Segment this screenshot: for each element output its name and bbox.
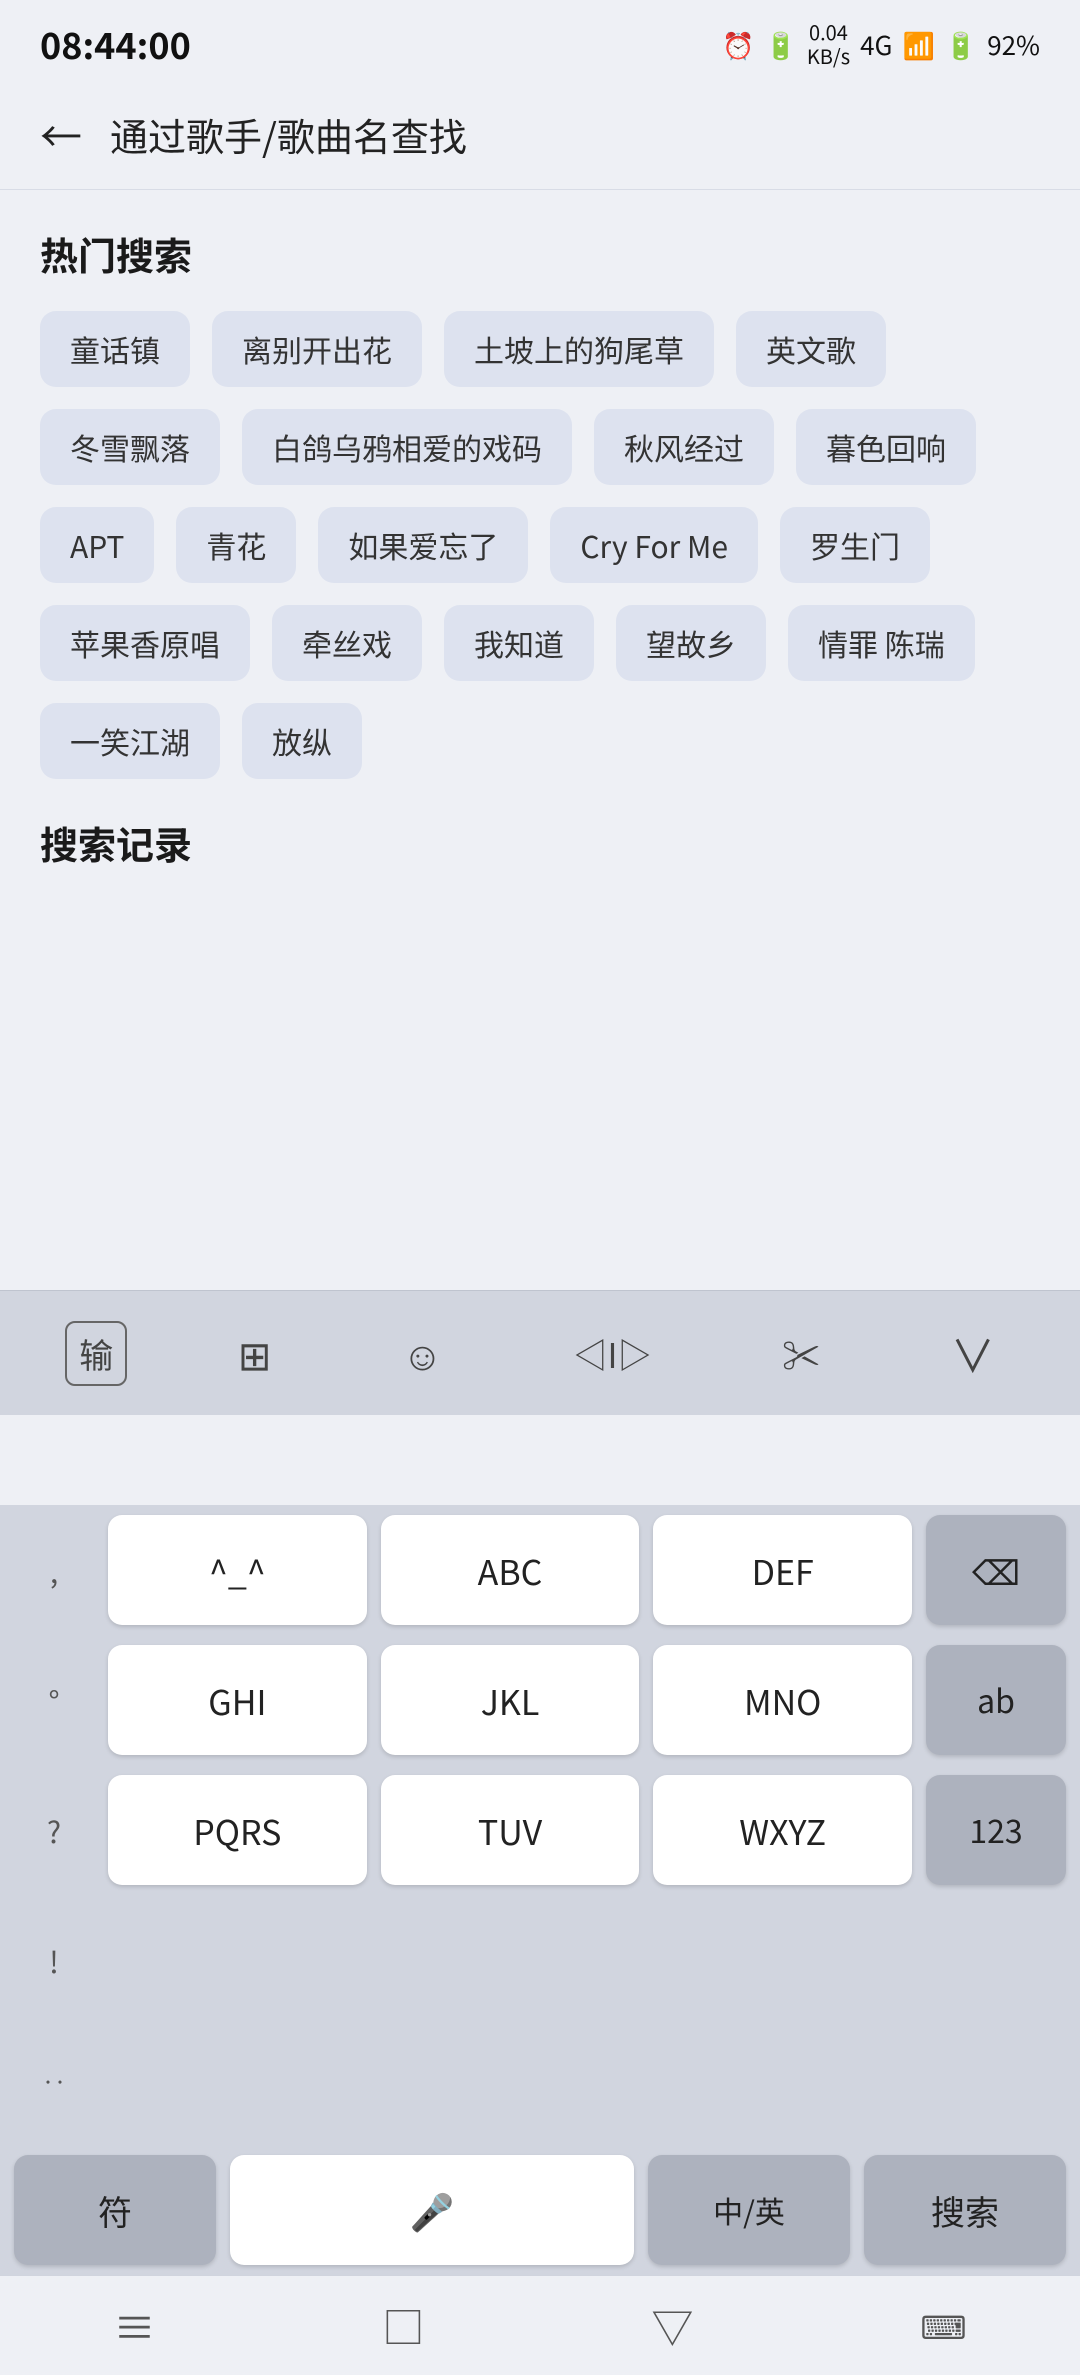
network-speed: 0.04 KB/s bbox=[807, 20, 850, 68]
pqrs-key[interactable]: PQRS bbox=[108, 1775, 367, 1885]
keyboard-row-3: ? PQRS TUV WXYZ 123 bbox=[0, 1765, 1080, 1895]
tag-item[interactable]: Cry For Me bbox=[550, 507, 758, 583]
hot-search-title: 热门搜索 bbox=[40, 226, 1040, 281]
signal-icon: 📶 bbox=[902, 26, 934, 63]
main-content: 热门搜索 童话镇离别开出花土坡上的狗尾草英文歌冬雪飘落白鸽乌鸦相爱的戏码秋风经过… bbox=[0, 190, 1080, 870]
keyboard-row-1: , ^_^ ABC DEF ⌫ bbox=[0, 1505, 1080, 1635]
battery-icon: 🔋 bbox=[945, 26, 977, 63]
battery-level: 92% bbox=[987, 26, 1040, 63]
collapse-button[interactable]: ∨ bbox=[931, 1313, 1015, 1393]
hot-search-tags: 童话镇离别开出花土坡上的狗尾草英文歌冬雪飘落白鸽乌鸦相爱的戏码秋风经过暮色回响 A… bbox=[40, 311, 1040, 779]
page-title: 通过歌手/歌曲名查找 bbox=[110, 107, 467, 162]
tag-item[interactable]: 情罪 陈瑞 bbox=[788, 605, 975, 681]
jkl-key[interactable]: JKL bbox=[381, 1645, 640, 1755]
tag-item[interactable]: 牵丝戏 bbox=[272, 605, 422, 681]
tag-item[interactable]: 童话镇 bbox=[40, 311, 190, 387]
cut-button[interactable]: ✂ bbox=[762, 1318, 840, 1389]
network-type: 4G bbox=[860, 26, 892, 63]
tag-item[interactable]: 罗生门 bbox=[780, 507, 930, 583]
lang-switch-key[interactable]: 中/英 bbox=[648, 2155, 850, 2265]
tag-item[interactable]: APT bbox=[40, 507, 154, 583]
caret-key[interactable]: ^_^ bbox=[108, 1515, 367, 1625]
search-key[interactable]: 搜索 bbox=[864, 2155, 1066, 2265]
tuv-key[interactable]: TUV bbox=[381, 1775, 640, 1885]
keyboard: , ^_^ ABC DEF ⌫ ° GHI JKL MNO ab ? PQRS … bbox=[0, 1505, 1080, 2275]
num-key[interactable]: 123 bbox=[926, 1775, 1066, 1885]
back-button[interactable]: ← bbox=[40, 104, 82, 165]
ellipsis-key[interactable]: ‥ bbox=[14, 2025, 94, 2135]
delete-key[interactable]: ⌫ bbox=[926, 1515, 1066, 1625]
status-bar: 08:44:00 ⏰ 🔋 0.04 KB/s 4G 📶 🔋 92% bbox=[0, 0, 1080, 80]
tag-item[interactable]: 青花 bbox=[176, 507, 296, 583]
def-key[interactable]: DEF bbox=[653, 1515, 912, 1625]
keyboard-action-row: 符 🎤 中/英 搜索 bbox=[0, 2145, 1080, 2275]
ghi-key[interactable]: GHI bbox=[108, 1645, 367, 1755]
tag-item[interactable]: 一笑江湖 bbox=[40, 703, 220, 779]
symbol-key[interactable]: 符 bbox=[14, 2155, 216, 2265]
header: ← 通过歌手/歌曲名查找 bbox=[0, 80, 1080, 190]
tag-item[interactable]: 土坡上的狗尾草 bbox=[444, 311, 714, 387]
mno-key[interactable]: MNO bbox=[653, 1645, 912, 1755]
search-history-title: 搜索记录 bbox=[40, 815, 1040, 870]
wxyz-key[interactable]: WXYZ bbox=[653, 1775, 912, 1885]
keyboard-row-2: ° GHI JKL MNO ab bbox=[0, 1635, 1080, 1765]
keyboard-row-4: ! bbox=[0, 1895, 1080, 2025]
tag-item[interactable]: 苹果香原唱 bbox=[40, 605, 250, 681]
comma-key[interactable]: , bbox=[14, 1515, 94, 1625]
tag-item[interactable]: 暮色回响 bbox=[796, 409, 976, 485]
mic-icon: 🎤 bbox=[410, 2184, 455, 2236]
tag-item[interactable]: 英文歌 bbox=[736, 311, 886, 387]
search-history-section: 搜索记录 bbox=[40, 815, 1040, 870]
emoji-button[interactable]: ☺ bbox=[382, 1316, 463, 1390]
cursor-button[interactable]: ◁I▷ bbox=[553, 1321, 671, 1386]
nav-bar: ≡ □ ▽ ⌨ bbox=[0, 2275, 1080, 2375]
input-method-button[interactable]: 输 bbox=[65, 1321, 127, 1386]
period-key[interactable]: ° bbox=[14, 1645, 94, 1755]
question-key[interactable]: ? bbox=[14, 1775, 94, 1885]
tag-item[interactable]: 离别开出花 bbox=[212, 311, 422, 387]
keyboard-toggle-button[interactable]: ⊞ bbox=[218, 1316, 292, 1390]
tag-item[interactable]: 如果爱忘了 bbox=[318, 507, 528, 583]
keyboard-nav-button[interactable]: ⌨ bbox=[880, 2293, 1006, 2359]
ab-key[interactable]: ab bbox=[926, 1645, 1066, 1755]
tag-item[interactable]: 秋风经过 bbox=[594, 409, 774, 485]
alarm-icon: ⏰ bbox=[722, 26, 754, 63]
tag-item[interactable]: 我知道 bbox=[444, 605, 594, 681]
status-icons: ⏰ 🔋 0.04 KB/s 4G 📶 🔋 92% bbox=[722, 20, 1040, 68]
space-key[interactable]: 🎤 bbox=[230, 2155, 634, 2265]
keyboard-row-5: ‥ bbox=[0, 2025, 1080, 2145]
tag-item[interactable]: 白鸽乌鸦相爱的戏码 bbox=[242, 409, 572, 485]
abc-key[interactable]: ABC bbox=[381, 1515, 640, 1625]
back-nav-button[interactable]: ▽ bbox=[611, 2285, 733, 2366]
tag-item[interactable]: 冬雪飘落 bbox=[40, 409, 220, 485]
keyboard-toolbar: 输 ⊞ ☺ ◁I▷ ✂ ∨ bbox=[0, 1290, 1080, 1415]
exclaim-key[interactable]: ! bbox=[14, 1905, 94, 2015]
status-time: 08:44:00 bbox=[40, 18, 191, 70]
tag-item[interactable]: 望故乡 bbox=[616, 605, 766, 681]
home-nav-button[interactable]: □ bbox=[342, 2285, 464, 2366]
bluetooth-icon: 🔋 bbox=[764, 26, 796, 63]
tag-item[interactable]: 放纵 bbox=[242, 703, 362, 779]
menu-nav-button[interactable]: ≡ bbox=[73, 2285, 195, 2366]
